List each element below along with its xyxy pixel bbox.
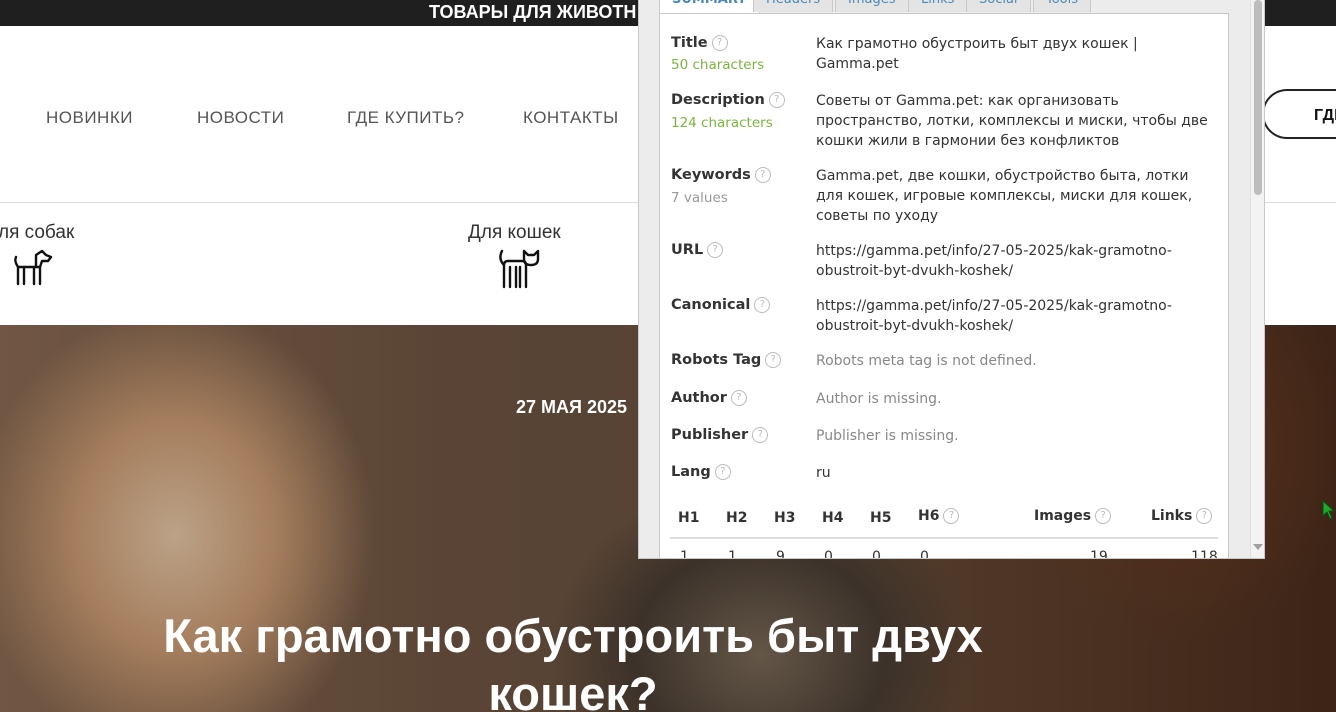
description-value: Советы от Gamma.pet: как организовать пр… <box>816 93 1208 149</box>
keywords-label: Keywords? <box>671 167 771 183</box>
h1-header: H1 <box>678 510 700 526</box>
category-dogs-label[interactable]: ля собак <box>0 222 74 244</box>
title-label: Title? <box>671 35 728 51</box>
lang-value: ru <box>816 465 831 481</box>
category-cats-label[interactable]: Для кошек <box>468 222 561 244</box>
title-value: Как грамотно обустроить быт двух кошек |… <box>816 36 1138 72</box>
images-count: 19 <box>1090 549 1108 559</box>
main-nav: НОВИНКИ НОВОСТИ ГДЕ КУПИТЬ? КОНТАКТЫ <box>0 108 640 132</box>
table-divider <box>670 537 1218 539</box>
help-icon[interactable]: ? <box>752 427 769 443</box>
panel-scrollbar[interactable] <box>1250 0 1264 558</box>
help-icon[interactable]: ? <box>754 167 771 183</box>
images-header-text: Images <box>1034 508 1092 524</box>
h6-header-text: H6 <box>918 508 940 524</box>
nav-item-new[interactable]: НОВИНКИ <box>46 108 133 128</box>
tab-social[interactable]: Social <box>966 0 1031 12</box>
dog-icon[interactable] <box>12 247 54 287</box>
keywords-value: Gamma.pet, две кошки, обустройство быта,… <box>816 168 1193 224</box>
links-header-text: Links <box>1151 508 1193 524</box>
lang-label: Lang? <box>671 464 731 480</box>
author-label-text: Author <box>671 390 727 406</box>
h6-count: 0 <box>920 549 929 559</box>
help-icon[interactable]: ? <box>768 92 785 108</box>
links-count: 118 <box>1191 549 1218 559</box>
mouse-cursor-icon <box>1322 500 1336 520</box>
h3-count: 9 <box>776 549 785 559</box>
nav-item-where-to-buy[interactable]: ГДЕ КУПИТЬ? <box>347 108 464 128</box>
where-button-label: ГДЕ <box>1314 107 1336 124</box>
help-icon[interactable]: ? <box>1095 508 1112 524</box>
url-value[interactable]: https://gamma.pet/info/27-05-2025/kak-gr… <box>816 241 1216 281</box>
h1-count: 1 <box>680 549 689 559</box>
help-icon[interactable]: ? <box>765 352 782 368</box>
nav-item-news[interactable]: НОВОСТИ <box>197 108 284 128</box>
summary-content: Title? 50 characters Как грамотно обустр… <box>659 13 1229 559</box>
robots-value: Robots meta tag is not defined. <box>816 353 1037 369</box>
h5-header: H5 <box>870 510 892 526</box>
robots-label-text: Robots Tag <box>671 352 762 368</box>
tab-tools[interactable]: Tools <box>1033 0 1092 12</box>
links-header: Links? <box>1151 508 1213 524</box>
scrollbar-thumb[interactable] <box>1254 0 1262 195</box>
h4-count: 0 <box>824 549 833 559</box>
nav-item-contacts[interactable]: КОНТАКТЫ <box>523 108 619 128</box>
publisher-value: Publisher is missing. <box>816 428 959 444</box>
description-label-text: Description <box>671 92 765 108</box>
url-label-text: URL <box>671 242 704 258</box>
title-length: 50 characters <box>671 57 765 73</box>
canonical-label: Canonical? <box>671 297 771 313</box>
cat-icon[interactable] <box>496 247 540 289</box>
title-label-text: Title <box>671 35 708 51</box>
article-date: 27 МАЯ 2025 <box>516 397 627 417</box>
help-icon[interactable]: ? <box>730 390 747 406</box>
author-value: Author is missing. <box>816 391 942 407</box>
author-label: Author? <box>671 390 747 406</box>
publisher-label-text: Publisher <box>671 427 749 443</box>
where-button[interactable]: ГДЕ <box>1262 89 1336 139</box>
robots-label: Robots Tag? <box>671 352 782 368</box>
scroll-down-arrow-icon[interactable] <box>1253 544 1263 550</box>
h6-header: H6? <box>918 508 960 524</box>
h2-count: 1 <box>728 549 737 559</box>
help-icon[interactable]: ? <box>711 35 728 51</box>
h4-header: H4 <box>822 510 844 526</box>
keywords-label-text: Keywords <box>671 167 751 183</box>
images-header: Images? <box>1034 508 1112 524</box>
description-label: Description? <box>671 92 785 108</box>
tab-links[interactable]: Links <box>908 0 968 12</box>
h5-count: 0 <box>872 549 881 559</box>
tab-headers[interactable]: Headers <box>753 0 834 12</box>
seo-meta-panel: SUMMARY Headers Images Links Social Tool… <box>638 0 1265 559</box>
h3-header: H3 <box>774 510 796 526</box>
publisher-label: Publisher? <box>671 427 769 443</box>
keywords-count: 7 values <box>671 190 728 206</box>
canonical-label-text: Canonical <box>671 297 751 313</box>
description-length: 124 characters <box>671 115 773 131</box>
article-title: Как грамотно обустроить быт двух кошек? <box>163 609 983 712</box>
lang-label-text: Lang <box>671 464 711 480</box>
help-icon[interactable]: ? <box>754 297 771 313</box>
help-icon[interactable]: ? <box>714 464 731 480</box>
tab-images[interactable]: Images <box>835 0 909 12</box>
top-banner-text: ТОВАРЫ ДЛЯ ЖИВОТН <box>429 2 637 22</box>
url-label: URL? <box>671 242 724 258</box>
help-icon[interactable]: ? <box>707 242 724 258</box>
h2-header: H2 <box>726 510 748 526</box>
help-icon[interactable]: ? <box>1196 508 1213 524</box>
help-icon[interactable]: ? <box>943 508 960 524</box>
canonical-value[interactable]: https://gamma.pet/info/27-05-2025/kak-gr… <box>816 296 1216 336</box>
